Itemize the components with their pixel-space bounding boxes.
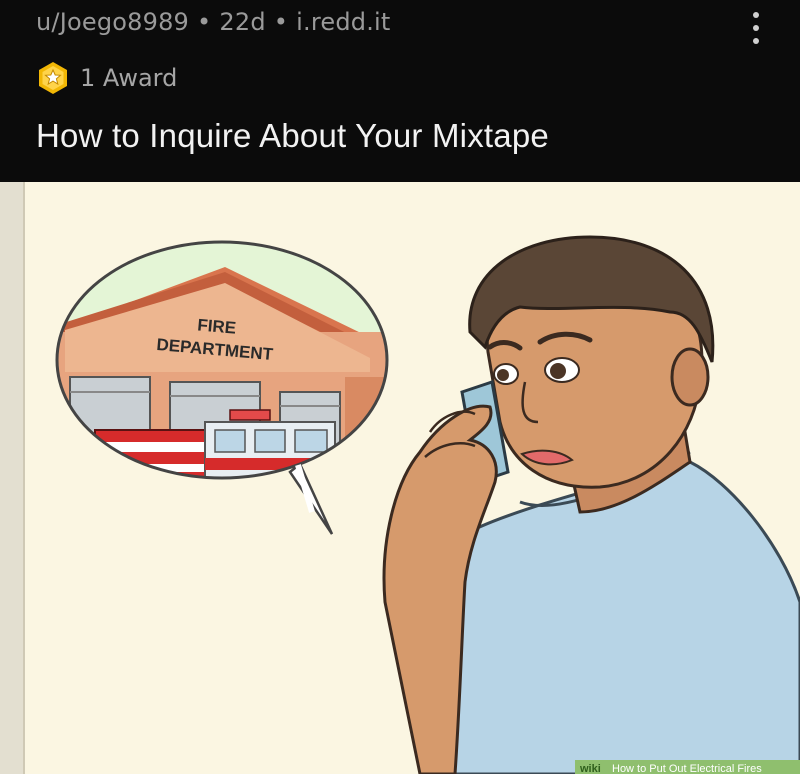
domain-link[interactable]: i.redd.it <box>296 8 390 36</box>
wikihow-illustration: FIRE DEPARTMENT wiki How to Put Out Elec… <box>0 182 800 774</box>
post-image[interactable]: FIRE DEPARTMENT wiki How to Put Out Elec… <box>0 182 800 774</box>
man-on-phone <box>382 235 800 774</box>
meta-separator: • <box>197 8 212 36</box>
author-link[interactable]: u/Joego8989 <box>36 8 189 36</box>
post-age: 22d <box>219 8 266 36</box>
wikihow-watermark: wiki How to Put Out Electrical Fires <box>575 760 800 774</box>
awards-label: 1 Award <box>80 64 178 92</box>
more-options-button[interactable] <box>742 6 770 50</box>
watermark-brand: wiki <box>579 763 601 774</box>
watermark-text: How to Put Out Electrical Fires <box>612 763 762 774</box>
sign-line-1: FIRE <box>197 315 237 337</box>
post-header: u/Joego8989 • 22d • i.redd.it 1 Award How to… <box>0 0 800 182</box>
awards-row[interactable]: 1 Award <box>36 60 177 96</box>
speech-bubble: FIRE DEPARTMENT <box>55 240 389 535</box>
post-title[interactable]: How to Inquire About Your Mixtape <box>36 117 549 155</box>
meta-separator: • <box>273 8 289 36</box>
post-meta: u/Joego8989 • 22d • i.redd.it <box>36 8 391 36</box>
award-badge-icon <box>39 62 67 94</box>
